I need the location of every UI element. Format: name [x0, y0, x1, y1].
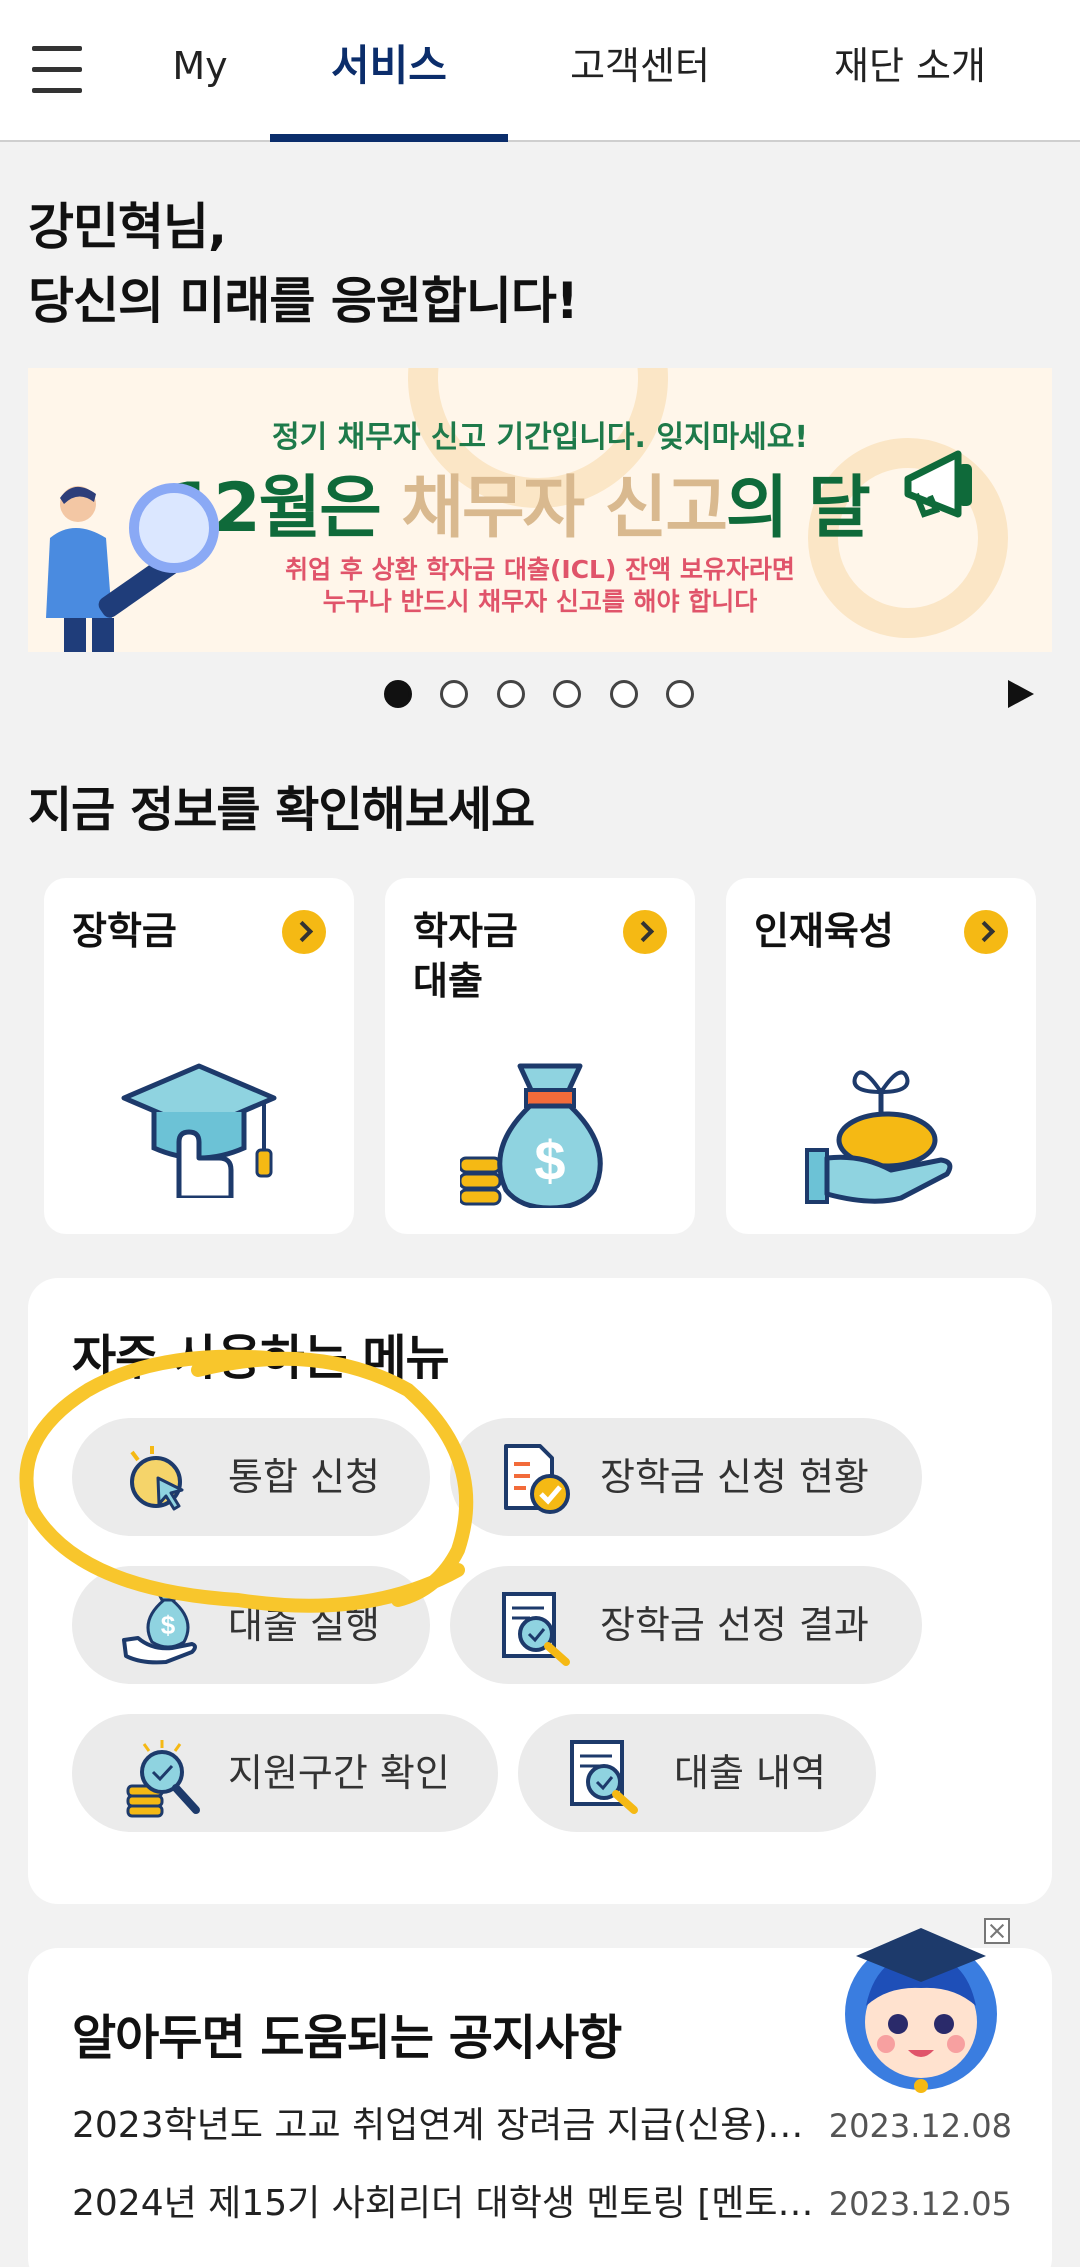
- notice-item[interactable]: 2023학년도 고교 취업연계 장려금 지급(신용)… 2023.12.08: [72, 2096, 1012, 2156]
- chevron-right-icon: [964, 910, 1008, 954]
- close-icon[interactable]: [984, 1918, 1010, 1944]
- chevron-right-icon: [623, 910, 667, 954]
- greeting-line-1: 강민혁님,: [28, 198, 227, 256]
- menu-loan-history-button[interactable]: 대출 내역: [518, 1714, 876, 1832]
- notice-date: 2023.12.05: [828, 2185, 1012, 2223]
- menu-scholarship-status-button[interactable]: 장학금 신청 현황: [450, 1418, 922, 1536]
- document-magnifier-icon: [568, 1738, 646, 1860]
- svg-text:$: $: [161, 1610, 176, 1640]
- document-check-icon: [500, 1442, 572, 1562]
- chip-label: 통합 신청: [228, 1455, 380, 1499]
- money-hand-icon: $: [122, 1590, 202, 1712]
- chip-label: 대출 실행: [228, 1603, 380, 1647]
- banner-title-highlight: 채무자 신고: [401, 469, 727, 548]
- greeting-text: 강민혁님, 당신의 미래를 응원합니다!: [28, 190, 579, 338]
- info-section-title: 지금 정보를 확인해보세요: [28, 782, 535, 838]
- frequent-menu-title: 자주 사용하는 메뉴: [72, 1330, 450, 1386]
- notice-date: 2023.12.08: [828, 2107, 1012, 2145]
- menu-integrated-application-button[interactable]: 통합 신청: [72, 1418, 430, 1536]
- mascot-chatbot-icon[interactable]: [836, 1926, 1006, 2100]
- carousel-dot[interactable]: [384, 680, 412, 708]
- banner-title: 12월은 채무자 신고의 달: [168, 452, 871, 551]
- sprout-hand-icon: [801, 1058, 961, 1212]
- carousel-dot[interactable]: [610, 680, 638, 708]
- promo-banner[interactable]: 정기 채무자 신고 기간입니다. 잊지마세요! 12월은 채무자 신고의 달 취…: [28, 368, 1052, 652]
- chip-label: 장학금 선정 결과: [600, 1603, 869, 1647]
- chip-label: 지원구간 확인: [228, 1751, 450, 1795]
- megaphone-icon: [898, 444, 998, 528]
- svg-text:$: $: [534, 1129, 565, 1192]
- notices-title: 알아두면 도움되는 공지사항: [72, 2010, 622, 2066]
- active-tab-indicator: [270, 134, 508, 142]
- card-student-loan[interactable]: 학자금 대출 $: [385, 878, 695, 1234]
- chevron-right-icon: [282, 910, 326, 954]
- notice-title: 2023학년도 고교 취업연계 장려금 지급(신용)…: [72, 2105, 804, 2146]
- carousel-dot[interactable]: [666, 680, 694, 708]
- graduation-cap-icon: [119, 1058, 279, 1202]
- banner-title-part2: 의 달: [725, 469, 871, 548]
- chip-label: 장학금 신청 현황: [600, 1455, 869, 1499]
- card-scholarship[interactable]: 장학금: [44, 878, 354, 1234]
- greeting-line-2: 당신의 미래를 응원합니다!: [28, 272, 579, 330]
- top-navigation: My 서비스 고객센터 재단 소개: [0, 0, 1080, 142]
- tab-customer-center[interactable]: 고객센터: [540, 36, 740, 96]
- menu-scholarship-result-button[interactable]: 장학금 선정 결과: [450, 1566, 922, 1684]
- carousel-dot[interactable]: [440, 680, 468, 708]
- chip-label: 대출 내역: [674, 1751, 826, 1795]
- notice-title: 2024년 제15기 사회리더 대학생 멘토링 [멘토…: [72, 2183, 814, 2224]
- carousel-dot[interactable]: [497, 680, 525, 708]
- card-label: 장학금: [72, 909, 177, 953]
- tab-service[interactable]: 서비스: [270, 36, 508, 96]
- tab-foundation-intro[interactable]: 재단 소개: [800, 36, 1020, 96]
- person-with-magnifier-icon: [34, 468, 234, 652]
- carousel-dot[interactable]: [553, 680, 581, 708]
- document-search-icon: [500, 1590, 578, 1712]
- card-label: 인재육성: [754, 909, 894, 953]
- notice-item[interactable]: 2024년 제15기 사회리더 대학생 멘토링 [멘토… 2023.12.05: [72, 2174, 1012, 2234]
- money-bag-icon: $: [458, 1058, 620, 1212]
- cursor-click-icon: [122, 1442, 194, 1560]
- menu-support-bracket-button[interactable]: 지원구간 확인: [72, 1714, 498, 1832]
- hamburger-menu-icon[interactable]: [32, 46, 84, 94]
- frequent-menu-panel: 자주 사용하는 메뉴 통합 신청 장학금 신청 현황 $ 대출 실행 장학금 선…: [28, 1278, 1052, 1904]
- menu-loan-execution-button[interactable]: $ 대출 실행: [72, 1566, 430, 1684]
- card-talent-development[interactable]: 인재육성: [726, 878, 1036, 1234]
- coins-search-icon: [122, 1738, 202, 1864]
- card-label: 학자금 대출: [413, 909, 518, 1003]
- tab-my[interactable]: My: [150, 36, 250, 96]
- play-icon[interactable]: [1008, 680, 1034, 708]
